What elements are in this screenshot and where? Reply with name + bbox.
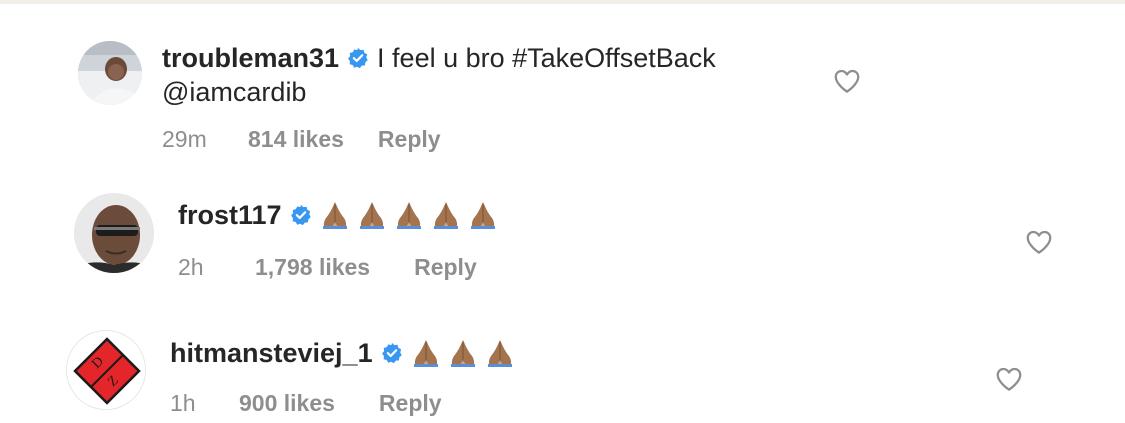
folded-hands-icon [396,202,421,229]
comment-meta: 29m 814 likes Reply [162,125,441,153]
reply-button[interactable]: Reply [414,253,477,281]
reply-button[interactable]: Reply [378,125,441,153]
comment-text-line: frost117 [178,198,505,232]
comment-emoji-group [411,338,522,368]
comment-text: I feel u bro #TakeOffsetBack [377,43,716,73]
verified-badge-icon [348,47,368,69]
verified-badge-icon [381,342,402,364]
baby-photo-avatar-icon [78,41,142,105]
reply-button[interactable]: Reply [379,389,442,417]
comment-emoji-group [320,200,505,230]
folded-hands-icon [433,202,458,229]
username[interactable]: troubleman31 [162,41,339,75]
like-heart-icon[interactable] [832,66,862,96]
avatar[interactable]: D Z [66,330,146,410]
red-diamond-logo-icon: D Z [67,331,145,409]
folded-hands-icon [470,202,495,229]
avatar[interactable] [74,193,154,273]
folded-hands-icon [322,202,347,229]
likes-count[interactable]: 900 likes [239,389,335,417]
top-divider [0,0,1125,4]
avatar[interactable] [78,41,142,105]
username[interactable]: frost117 [178,198,282,232]
comment-text-line: troubleman31 I feel u bro #TakeOffsetBac… [162,41,716,75]
folded-hands-icon [359,202,384,229]
timestamp: 2h [178,254,204,280]
username[interactable]: hitmansteviej_1 [170,336,373,370]
like-heart-icon[interactable] [1024,227,1054,257]
comment-meta: 2h 1,798 likes Reply [178,253,477,281]
likes-count[interactable]: 1,798 likes [255,253,370,281]
man-with-sunglasses-avatar-icon [74,193,154,273]
timestamp: 1h [170,390,196,416]
like-heart-icon[interactable] [994,364,1024,394]
verified-badge-icon [290,204,311,226]
folded-hands-icon [413,340,438,367]
folded-hands-icon [450,340,475,367]
comment-meta: 1h 900 likes Reply [170,389,442,417]
likes-count[interactable]: 814 likes [248,125,344,153]
timestamp: 29m [162,126,207,152]
folded-hands-icon [487,340,512,367]
mention-link[interactable]: @iamcardib [162,75,306,109]
comment-text-line: hitmansteviej_1 [170,336,522,370]
